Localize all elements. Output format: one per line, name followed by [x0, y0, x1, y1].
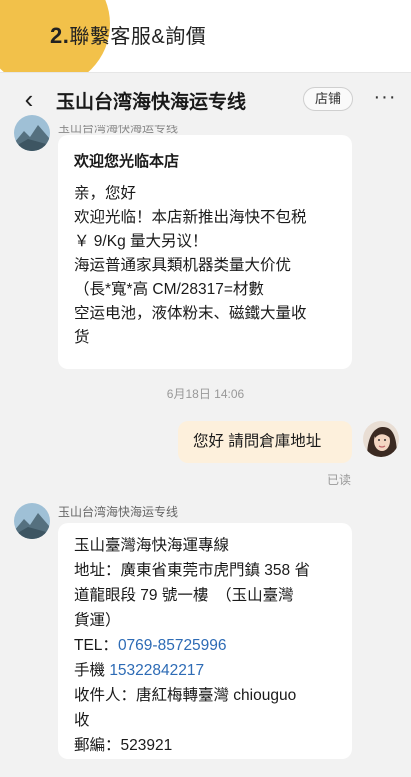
step-number: 2.	[50, 23, 70, 48]
back-icon[interactable]: ‹	[14, 83, 44, 115]
tel-line: TEL：0769-85725996	[74, 633, 338, 658]
address-line: 地址：廣東省東莞市虎門鎮 358 省	[74, 562, 310, 579]
shop-avatar[interactable]	[14, 115, 50, 151]
welcome-line: 亲，您好	[74, 185, 137, 202]
chat-nav-bar: ‹ 玉山台湾海快海运专线 店铺 ···	[0, 73, 411, 125]
user-avatar-image	[363, 421, 399, 457]
mobile-line: 手機 15322842217	[74, 658, 338, 683]
address-line: 道龍眼段 79 號一樓 （玉山臺灣	[74, 587, 294, 604]
welcome-line: 货	[74, 329, 90, 346]
sender-name: 玉山台湾海快海运专线	[58, 505, 179, 519]
address-line: 郵編：523921	[74, 737, 173, 754]
address-line: 玉山臺灣海快海運專線	[74, 537, 230, 554]
welcome-line: ￥ 9/Kg 量大另议！	[74, 233, 208, 250]
address-message-bubble: 玉山臺灣海快海運專線 地址：廣東省東莞市虎門鎮 358 省 道龍眼段 79 號一…	[58, 523, 352, 759]
welcome-line: 欢迎光临！本店新推出海快不包税	[74, 209, 307, 226]
read-status: 已读	[327, 473, 352, 487]
tel-link[interactable]: 0769-85725996	[118, 637, 227, 654]
chat-title: 玉山台湾海快海运专线	[56, 92, 247, 113]
shop-avatar-image	[14, 503, 50, 539]
welcome-line: 海运普通家具類机器类量大价优	[74, 257, 292, 274]
address-line: 收件人：唐紅梅轉臺灣 chiouguo	[74, 687, 297, 704]
shop-avatar-image	[14, 115, 50, 151]
chat-screen: ‹ 玉山台湾海快海运专线 店铺 ··· 玉山台湾海快海运专线 欢迎您光临本店 亲…	[0, 72, 411, 777]
store-button[interactable]: 店铺	[303, 87, 353, 111]
user-avatar[interactable]	[363, 421, 399, 457]
welcome-line: （長*寬*高 CM/28317=材數	[74, 281, 264, 298]
mobile-label: 手機	[74, 662, 110, 679]
address-line: 收	[74, 712, 90, 729]
step-header: 2.聯繫客服&詢價	[0, 0, 411, 88]
shop-avatar[interactable]	[14, 503, 50, 539]
address-line: 貨運）	[74, 612, 121, 629]
step-title-text: 聯繫客服&詢價	[69, 26, 207, 48]
user-message-bubble: 您好 請問倉庫地址	[178, 421, 352, 463]
welcome-message-bubble: 欢迎您光临本店 亲，您好 欢迎光临！本店新推出海快不包税 ￥ 9/Kg 量大另议…	[58, 135, 352, 369]
welcome-line: 空运电池，液体粉末、磁鐵大量收	[74, 305, 307, 322]
welcome-title: 欢迎您光临本店	[74, 153, 180, 170]
mobile-link[interactable]: 15322842217	[109, 662, 204, 679]
message-timestamp: 6月18日 14:06	[166, 387, 245, 401]
step-title: 2.聯繫客服&詢價	[50, 20, 206, 49]
tel-label: TEL：	[74, 637, 118, 654]
more-icon[interactable]: ···	[370, 83, 400, 113]
